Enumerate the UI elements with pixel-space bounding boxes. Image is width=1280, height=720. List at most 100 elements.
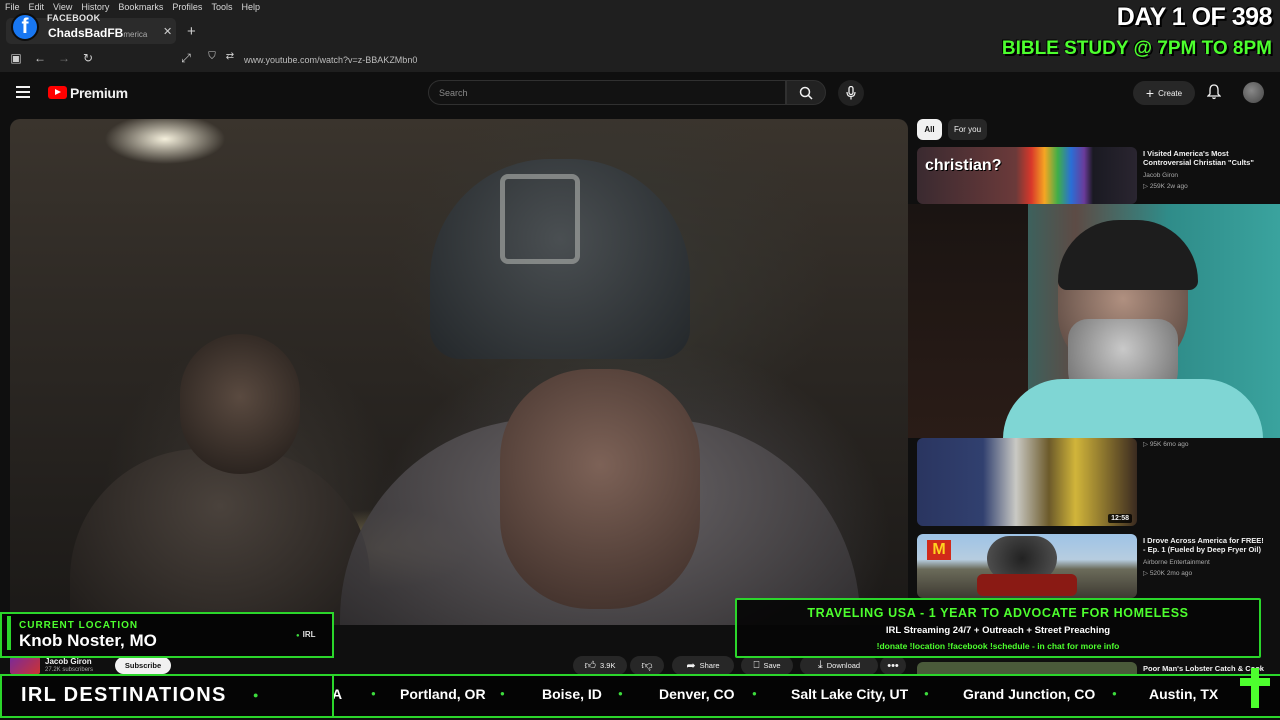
facebook-logo-icon: f xyxy=(11,13,39,41)
webcam-overlay xyxy=(908,204,1280,438)
facebook-label: FACEBOOK xyxy=(47,13,101,23)
day-counter: DAY 1 OF 398 xyxy=(1116,3,1273,31)
menu-bookmarks[interactable]: Bookmarks xyxy=(118,2,163,12)
location-label: CURRENT LOCATION xyxy=(19,620,139,631)
ticker-city: Salt Lake City, UT xyxy=(791,686,909,702)
ticker-city: Portland, OR xyxy=(400,686,486,702)
channel-name[interactable]: Jacob Giron xyxy=(45,657,92,666)
download-icon: ⤓ xyxy=(817,659,823,671)
chip-all[interactable]: All xyxy=(917,119,942,140)
rec-thumbnail-1[interactable]: christian? xyxy=(917,147,1137,204)
destinations-title: IRL DESTINATIONS xyxy=(21,684,227,706)
rec-title-1[interactable]: I Visited America's Most Controversial C… xyxy=(1143,149,1261,167)
more-icon: ••• xyxy=(887,659,899,672)
video-frame-cap-patch xyxy=(500,174,580,264)
ticker-city: Austin, TX xyxy=(1149,686,1219,702)
rec-meta-2: ▷ 95K 6mo ago xyxy=(1143,441,1189,448)
ticker-separator: ● xyxy=(618,689,623,698)
menu-file[interactable]: File xyxy=(5,2,20,12)
irl-tag: IRL xyxy=(296,630,316,639)
video-frame-passenger-body xyxy=(70,449,370,625)
menu-tools[interactable]: Tools xyxy=(211,2,232,12)
menu-help[interactable]: Help xyxy=(241,2,260,12)
cross-icon xyxy=(1240,668,1270,708)
subscribe-button[interactable]: Subscribe xyxy=(115,657,171,674)
address-bar[interactable]: www.youtube.com/watch?v=z-BBAKZMbn0 xyxy=(244,55,417,65)
bible-study-time: BIBLE STUDY @ 7PM TO 8PM xyxy=(1001,38,1272,59)
video-player[interactable] xyxy=(10,119,908,625)
microphone-icon xyxy=(846,86,856,100)
save-button[interactable]: ⎕ Save xyxy=(741,656,793,675)
thumbs-down-icon: 👎︎ xyxy=(641,660,653,672)
create-label: Create xyxy=(1158,88,1183,98)
plus-icon: + xyxy=(1145,85,1155,101)
share-icon: ➦ xyxy=(686,660,696,672)
account-avatar[interactable] xyxy=(1243,82,1264,103)
play-icon: ▷ xyxy=(1143,441,1150,448)
rec-duration-2: 12:58 xyxy=(1108,514,1132,523)
video-frame-passenger-head xyxy=(180,334,300,474)
search-icon xyxy=(799,86,813,100)
create-button[interactable]: + Create xyxy=(1133,81,1195,105)
rec-channel-3[interactable]: Airborne Entertainment xyxy=(1143,559,1210,566)
menu-profiles[interactable]: Profiles xyxy=(172,2,202,12)
forward-icon[interactable]: → xyxy=(56,51,72,65)
youtube-brand[interactable]: Premium xyxy=(70,85,128,101)
share-button[interactable]: ➦ Share xyxy=(672,656,734,675)
shield-icon[interactable]: ⛉ xyxy=(204,51,220,62)
rec-meta-1: ▷ 259K 2w ago xyxy=(1143,183,1188,190)
rec-title-3[interactable]: I Drove Across America for FREE! - Ep. 1… xyxy=(1143,536,1265,554)
menu-history[interactable]: History xyxy=(81,2,109,12)
back-icon[interactable]: ← xyxy=(32,51,48,65)
search-input[interactable] xyxy=(428,80,786,105)
location-value: Knob Noster, MO xyxy=(19,631,157,650)
menu-bar: File Edit View History Bookmarks Profile… xyxy=(0,0,1280,14)
download-button[interactable]: ⤓ Download xyxy=(800,656,878,675)
more-actions-button[interactable]: ••• xyxy=(880,656,906,675)
tune-icon[interactable]: ⇄ xyxy=(222,51,238,62)
chip-for-you[interactable]: For you xyxy=(948,119,987,140)
new-tab-icon[interactable]: + xyxy=(187,23,196,40)
reload-icon[interactable]: ↻ xyxy=(80,51,96,65)
ticker-separator: ● xyxy=(924,689,929,698)
rec-thumbnail-3[interactable]: M xyxy=(917,534,1137,598)
sidebar-toggle-icon[interactable]: ▣ xyxy=(8,51,24,65)
red-car xyxy=(977,574,1077,596)
play-icon: ▷ xyxy=(1143,570,1150,577)
mission-banner-title: TRAVELING USA - 1 YEAR TO ADVOCATE FOR H… xyxy=(807,606,1189,620)
rec-thumbnail-4[interactable] xyxy=(917,662,1137,674)
webcam-cap xyxy=(1058,220,1198,290)
ticker-separator: ● xyxy=(371,689,376,698)
location-accent-bar xyxy=(7,616,11,650)
rec-thumbnail-1-text: christian? xyxy=(925,157,1002,174)
search-button[interactable] xyxy=(786,80,826,105)
ticker-city: Denver, CO xyxy=(659,686,735,702)
video-frame-face xyxy=(500,369,700,609)
menu-icon[interactable] xyxy=(16,86,30,98)
menu-view[interactable]: View xyxy=(53,2,72,12)
menu-edit[interactable]: Edit xyxy=(29,2,45,12)
like-button[interactable]: 👍︎ 3.9K xyxy=(573,656,627,675)
mission-banner-commands: !donate !location !facebook !schedule - … xyxy=(876,641,1120,651)
ticker-city: Boise, ID xyxy=(542,686,602,702)
destinations-dot: ● xyxy=(253,690,259,700)
tab-title: ChadsBadFBmerica xyxy=(48,26,148,40)
mcdonalds-logo-icon: M xyxy=(927,540,951,560)
notifications-bell-icon[interactable] xyxy=(1207,84,1221,100)
voice-search-button[interactable] xyxy=(838,80,864,106)
channel-avatar[interactable] xyxy=(10,657,40,674)
webcam-shirt xyxy=(1003,379,1263,438)
search-placeholder: Search xyxy=(439,88,468,98)
rec-meta-3: ▷ 520K 2mo ago xyxy=(1143,570,1193,577)
webcam-door xyxy=(908,204,1028,438)
mission-banner-subtitle: IRL Streaming 24/7 + Outreach + Street P… xyxy=(885,625,1111,636)
tab-close-icon[interactable]: ✕ xyxy=(163,25,172,38)
youtube-logo-icon[interactable] xyxy=(48,86,67,99)
expand-icon[interactable]: ⤢ xyxy=(178,51,194,66)
ticker-separator: ● xyxy=(752,689,757,698)
subscriber-count: 27.2K subscribers xyxy=(45,667,94,673)
rec-thumbnail-2[interactable]: 12:58 xyxy=(917,438,1137,526)
dislike-button[interactable]: 👎︎ xyxy=(630,656,664,675)
rec-channel-1[interactable]: Jacob Giron xyxy=(1143,172,1178,179)
ticker-separator: ● xyxy=(500,689,505,698)
